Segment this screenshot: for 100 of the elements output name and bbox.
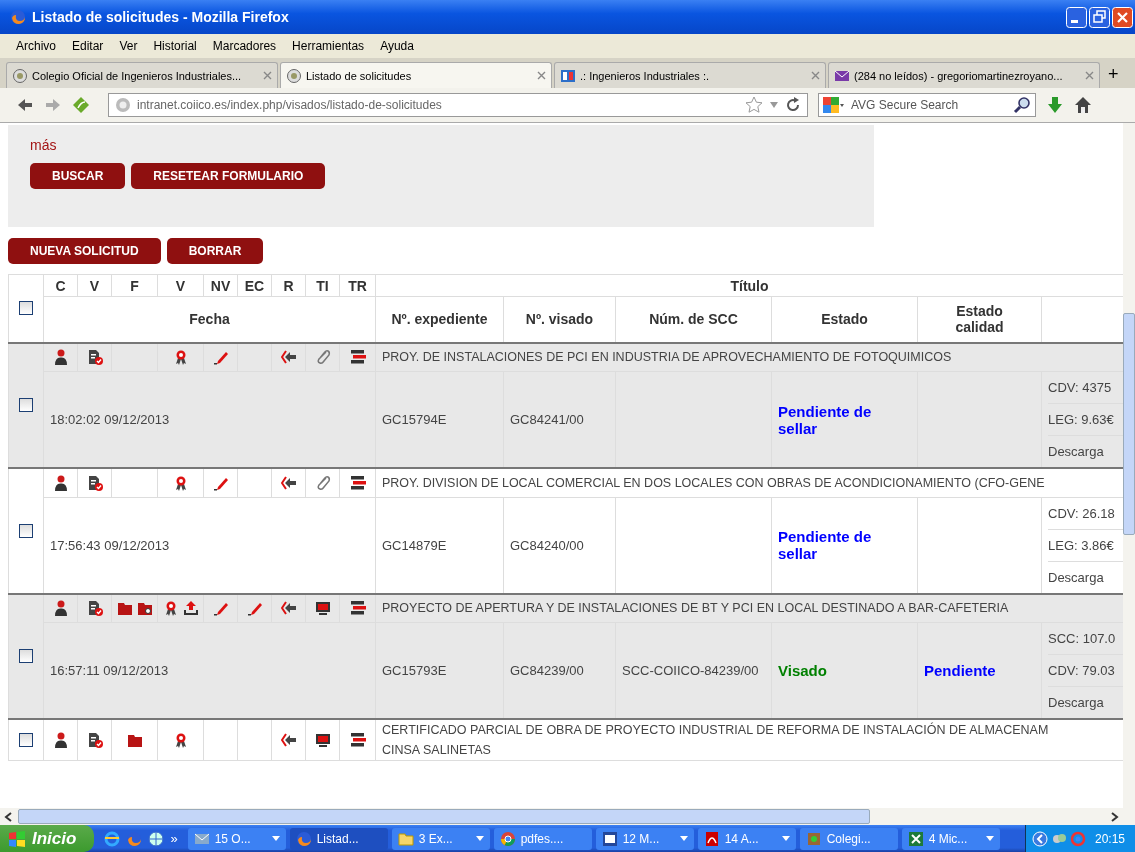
- horizontal-scrollbar[interactable]: [0, 808, 1135, 825]
- close-icon[interactable]: [1085, 71, 1094, 80]
- person-icon[interactable]: [52, 349, 69, 366]
- request-title: PROY. DIVISION DE LOCAL COMERCIAL EN DOS LOCALES CON OBRAS DE ACONDICIONAMIENTO (CFO-GENE: [382, 474, 1046, 492]
- caret-icon[interactable]: [679, 836, 688, 841]
- close-icon[interactable]: [263, 71, 272, 80]
- caret-icon[interactable]: [781, 836, 790, 841]
- fee-text: Descarga: [1048, 694, 1105, 712]
- seal-icon: [286, 67, 302, 84]
- menu-item[interactable]: Ver: [111, 39, 146, 53]
- browser-tab[interactable]: Listado de solicitudes: [280, 62, 552, 88]
- caret-icon[interactable]: [985, 836, 994, 841]
- back-arrow-icon[interactable]: [280, 732, 297, 748]
- document-check-icon[interactable]: [86, 349, 103, 366]
- more-button[interactable]: »: [170, 831, 178, 846]
- new-tab-button[interactable]: +: [1102, 64, 1125, 88]
- column-header: NV: [203, 274, 238, 297]
- column-header: V: [77, 274, 112, 297]
- menu-item[interactable]: Ayuda: [372, 39, 422, 53]
- checkbox[interactable]: [19, 733, 33, 747]
- taskbar-button[interactable]: pdfes....: [493, 827, 592, 850]
- browser-tab[interactable]: (284 no leídos) - gregoriomartinezroyano...: [828, 62, 1100, 88]
- book-icon: [560, 67, 576, 84]
- monitor-icon[interactable]: [314, 600, 331, 617]
- download-icon[interactable]: [1046, 96, 1064, 114]
- folder-icon[interactable]: [116, 600, 133, 617]
- seal-icon: [12, 67, 28, 84]
- taskbar-button[interactable]: 14 A...: [697, 827, 796, 850]
- checkbox[interactable]: [19, 649, 33, 664]
- pencil-icon[interactable]: [212, 349, 229, 366]
- maximize-icon[interactable]: [1089, 6, 1110, 28]
- browser-icon[interactable]: [104, 830, 121, 847]
- pencil-icon[interactable]: [212, 600, 229, 617]
- request-title: CERTIFICADO PARCIAL DE OBRA DE PROYECTO INDUSTRIAL DE REFORMA DE INSTALACIÓN DE ALMACENAM: [382, 721, 1050, 739]
- scrollbar-thumb[interactable]: [18, 809, 870, 824]
- search-icon[interactable]: [1013, 96, 1031, 114]
- folder-icon: [397, 830, 414, 847]
- browser-tab[interactable]: .: Ingenieros Industriales :.: [554, 62, 826, 88]
- document-check-icon[interactable]: [86, 474, 103, 491]
- menu-item[interactable]: Herramientas: [284, 39, 373, 53]
- back-arrow-icon[interactable]: [280, 349, 297, 366]
- taskbar-button[interactable]: 4 Mic...: [901, 827, 1000, 850]
- document-check-icon[interactable]: [86, 732, 103, 748]
- back-arrow-icon[interactable]: [280, 474, 297, 491]
- home-icon[interactable]: [1074, 96, 1092, 114]
- person-icon[interactable]: [52, 474, 69, 491]
- folder-search-icon[interactable]: [136, 600, 153, 617]
- stacked-bars-icon[interactable]: [349, 349, 366, 366]
- fee-text: Descarga: [1048, 568, 1105, 587]
- vertical-scrollbar[interactable]: [1123, 123, 1135, 808]
- document-check-icon[interactable]: [86, 600, 103, 617]
- stacked-bars-icon[interactable]: [349, 600, 366, 617]
- stacked-bars-icon[interactable]: [349, 732, 366, 748]
- checkbox[interactable]: [19, 301, 33, 316]
- taskbar-button[interactable]: 15 O...: [187, 827, 286, 850]
- more-link[interactable]: más: [30, 137, 874, 153]
- browser-tab[interactable]: Colegio Oficial de Ingenieros Industriales...: [6, 62, 278, 88]
- taskbar-button[interactable]: 12 M...: [595, 827, 694, 850]
- document-icon: [601, 830, 618, 847]
- taskbar-button[interactable]: Colegi...: [799, 827, 898, 850]
- address-bar[interactable]: intranet.coiico.es/index.php/visados/listado-de-solicitudes: [108, 93, 808, 117]
- search-field[interactable]: AVG Secure Search: [818, 93, 1036, 117]
- minimize-icon[interactable]: [1066, 6, 1087, 28]
- menu-item[interactable]: Editar: [64, 39, 112, 53]
- action-button[interactable]: BORRAR: [166, 238, 264, 264]
- upload-icon[interactable]: [182, 600, 199, 617]
- folder-icon[interactable]: [126, 732, 143, 748]
- menu-item[interactable]: Archivo: [8, 39, 64, 53]
- scrollbar-thumb[interactable]: [1123, 313, 1135, 535]
- back-arrow-icon[interactable]: [280, 600, 297, 617]
- reload-icon[interactable]: [785, 97, 801, 113]
- checkbox[interactable]: [19, 398, 33, 413]
- person-icon[interactable]: [52, 600, 69, 617]
- back-icon[interactable]: [16, 96, 34, 114]
- stacked-bars-icon[interactable]: [349, 474, 366, 491]
- person-icon[interactable]: [52, 732, 69, 748]
- menu-item[interactable]: Historial: [145, 39, 205, 53]
- table-cell: GC84240/00: [510, 537, 584, 553]
- dropdown-icon[interactable]: [769, 101, 779, 109]
- taskbar-button[interactable]: Listad...: [289, 827, 388, 850]
- caret-icon[interactable]: [475, 836, 484, 841]
- status-text: Pendiente de sellar: [778, 528, 873, 562]
- close-icon[interactable]: [537, 71, 546, 80]
- form-button[interactable]: BUSCAR: [30, 163, 126, 189]
- form-button[interactable]: RESETEAR FORMULARIO: [131, 163, 326, 189]
- fee-text: Descarga: [1048, 443, 1105, 461]
- star-icon[interactable]: [745, 96, 763, 114]
- status-text: Pendiente: [924, 662, 996, 679]
- chevron-icon[interactable]: [1031, 830, 1048, 847]
- leaf-icon[interactable]: [72, 96, 90, 114]
- menu-item[interactable]: Marcadores: [204, 39, 285, 53]
- taskbar-button[interactable]: 3 Ex...: [391, 827, 490, 850]
- close-icon[interactable]: [811, 71, 820, 80]
- monitor-icon[interactable]: [314, 732, 331, 748]
- table-cell: SCC-COIICO-84239/00: [622, 663, 759, 678]
- caret-icon[interactable]: [271, 836, 280, 841]
- checkbox[interactable]: [19, 523, 33, 538]
- window-title: Listado de solicitudes - Mozilla Firefox: [32, 9, 290, 25]
- action-button[interactable]: NUEVA SOLICITUD: [8, 238, 161, 264]
- pencil-icon[interactable]: [246, 600, 263, 617]
